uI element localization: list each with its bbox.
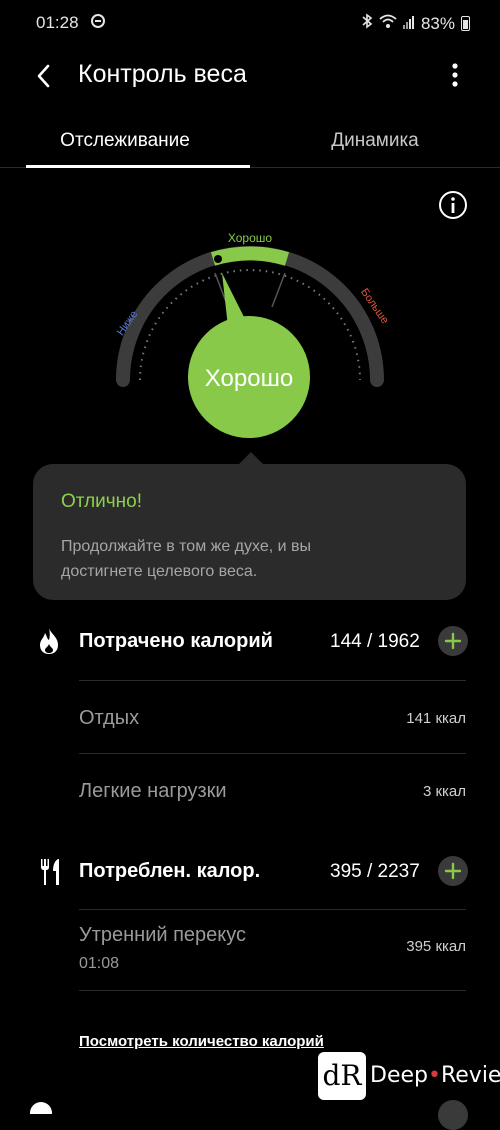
list-item-value: 3 ккал xyxy=(422,783,466,800)
list-item-value: 141 ккал xyxy=(406,710,466,727)
calories-burned-label: Потрачено калорий xyxy=(79,630,273,652)
wifi-icon xyxy=(379,14,397,34)
list-item-time: 01:08 xyxy=(79,955,120,972)
tab-dynamics[interactable]: Динамика xyxy=(250,130,500,152)
add-calories-burned-button[interactable] xyxy=(438,626,468,656)
gauge-marker xyxy=(214,255,222,263)
gauge-divider-right xyxy=(271,272,286,308)
status-bar: 01:28 83% xyxy=(0,0,500,46)
battery-icon xyxy=(461,16,470,31)
calories-burned-value: 144 / 1962 xyxy=(330,631,420,652)
watermark: dR Deep•Review xyxy=(318,1052,500,1102)
row-divider xyxy=(79,990,466,991)
add-next-button[interactable] xyxy=(438,1100,468,1130)
fork-knife-icon xyxy=(39,857,63,892)
list-item-label: Утренний перекус xyxy=(79,924,247,946)
more-vertical-icon xyxy=(452,63,458,87)
view-calories-link[interactable]: Посмотреть количество калорий xyxy=(79,1033,324,1050)
message-title: Отлично! xyxy=(61,491,143,512)
more-options-button[interactable] xyxy=(440,58,470,94)
list-item-value: 395 ккал xyxy=(406,938,466,955)
status-icons: 83% xyxy=(361,13,470,34)
calories-consumed-value: 395 / 2237 xyxy=(330,861,420,882)
watermark-logo: dR xyxy=(318,1052,366,1100)
add-calories-consumed-button[interactable] xyxy=(438,856,468,886)
plus-icon xyxy=(444,632,462,650)
active-tab-indicator xyxy=(26,165,250,168)
info-icon xyxy=(439,191,467,219)
bluetooth-icon xyxy=(361,13,373,34)
page-title: Контроль веса xyxy=(78,60,247,88)
back-button[interactable] xyxy=(28,58,64,94)
calories-consumed-label: Потреблен. калор. xyxy=(79,860,261,882)
fire-icon xyxy=(37,627,61,660)
row-divider xyxy=(79,680,466,681)
list-item-label: Легкие нагрузки xyxy=(79,780,227,802)
tab-tracking[interactable]: Отслеживание xyxy=(0,130,250,152)
message-text: Продолжайте в том же духе, и вы достигне… xyxy=(61,538,312,580)
row-divider xyxy=(79,909,466,910)
back-arrow-icon xyxy=(37,64,50,88)
row-divider xyxy=(79,753,466,754)
plus-icon xyxy=(444,862,462,880)
gauge-label-good: Хорошо xyxy=(228,231,273,245)
info-button[interactable] xyxy=(438,190,468,220)
list-item-label: Отдых xyxy=(79,707,140,729)
do-not-disturb-icon xyxy=(91,14,105,28)
signal-icon xyxy=(402,14,415,34)
gauge-good-segment xyxy=(210,246,290,266)
status-time: 01:28 xyxy=(36,13,79,32)
battery-percent: 83% xyxy=(420,13,455,33)
next-section-icon xyxy=(30,1102,52,1114)
watermark-text: Deep•Review xyxy=(370,1063,500,1088)
weight-status-label: Хорошо xyxy=(204,365,294,392)
